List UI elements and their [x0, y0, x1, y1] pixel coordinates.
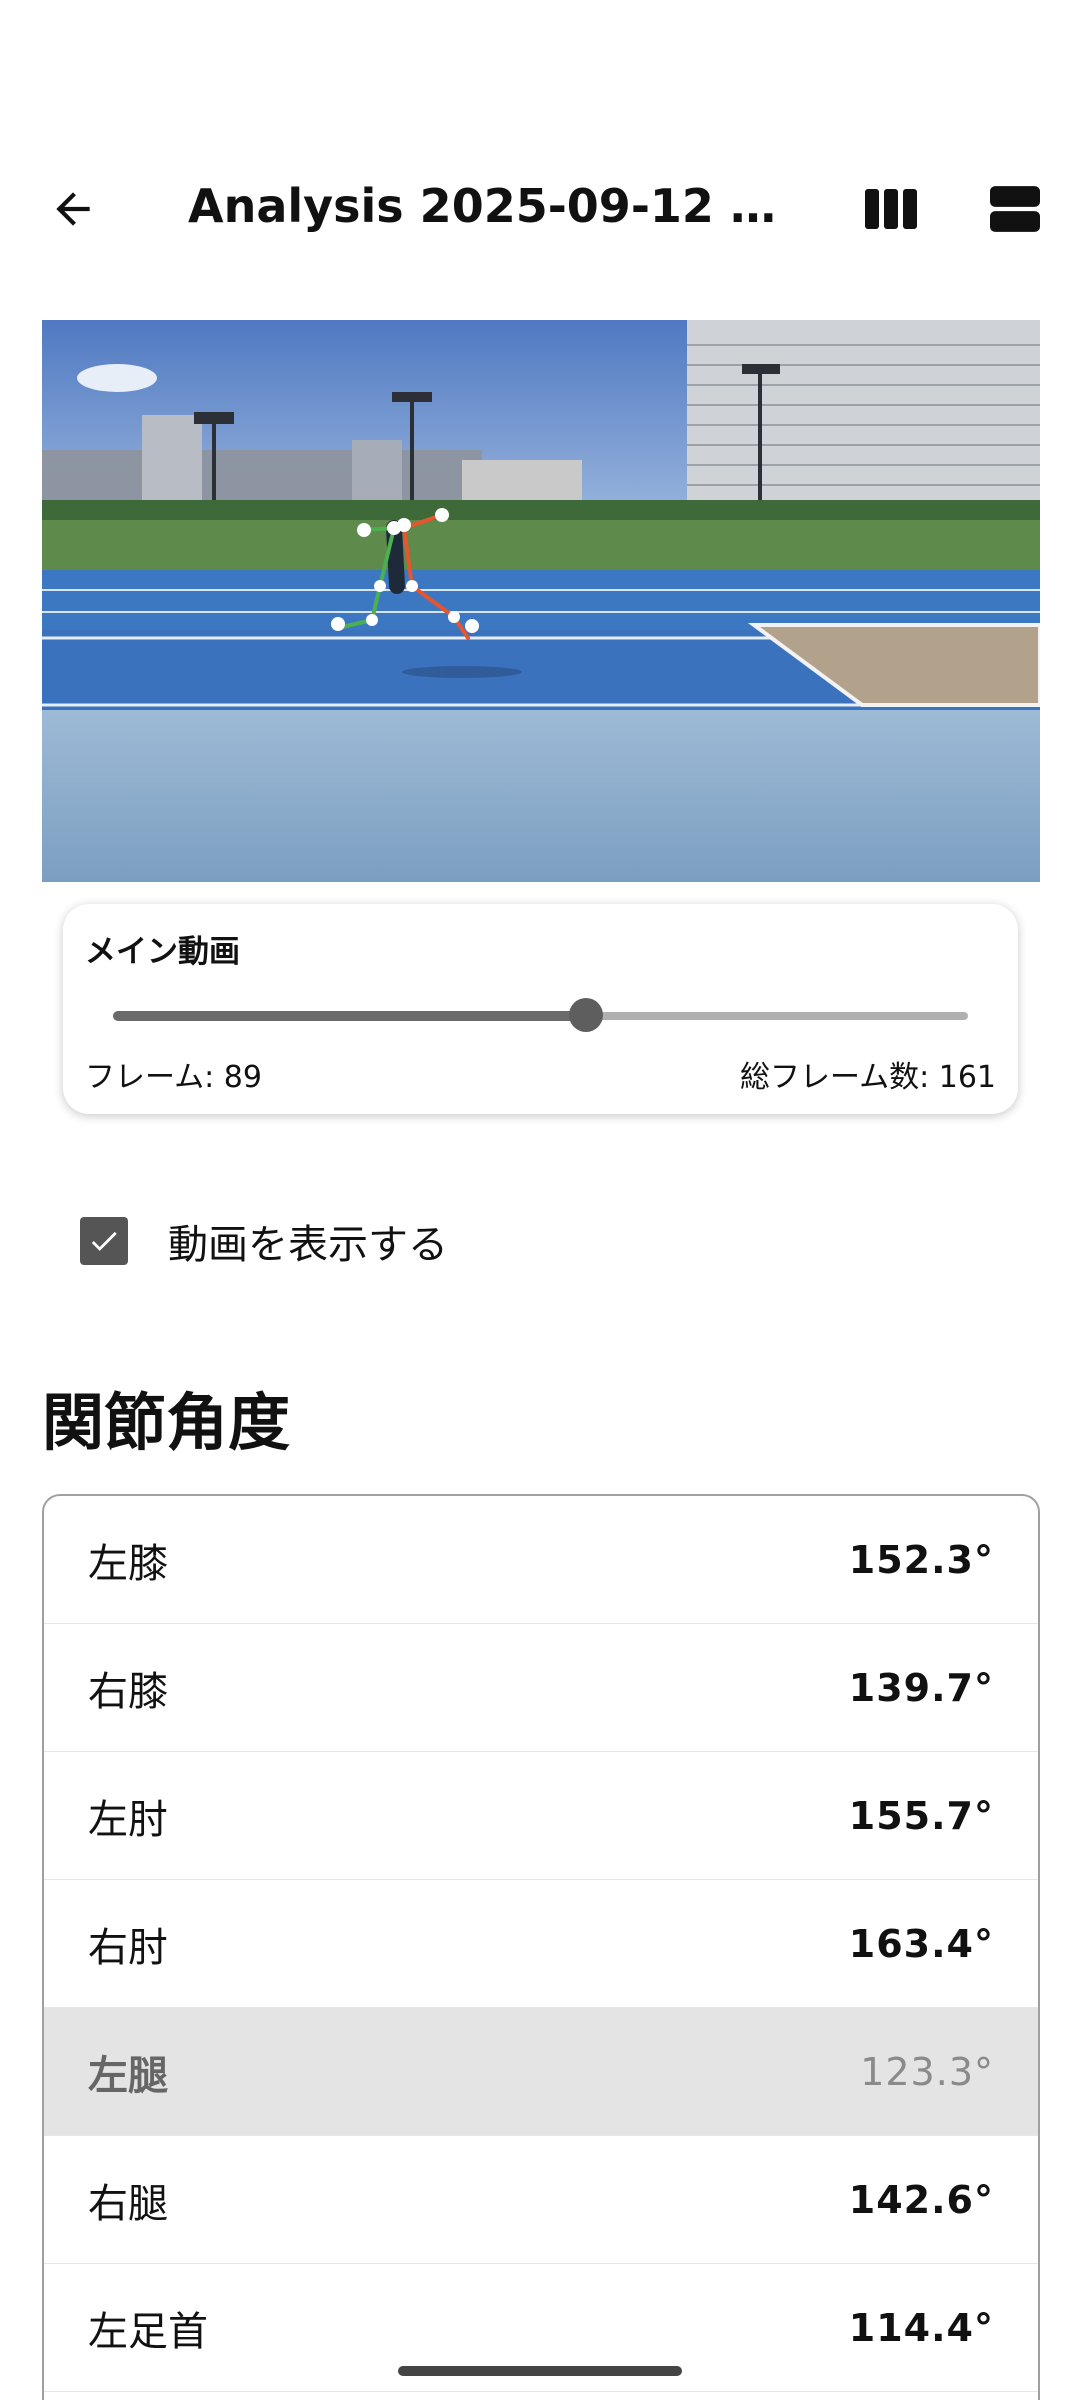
angle-row[interactable]: 右肘 163.4° — [44, 1880, 1038, 2008]
video-frame — [42, 320, 1040, 882]
joint-name: 右腿 — [88, 2180, 168, 2227]
angle-row-selected[interactable]: 左腿 123.3° — [44, 2008, 1038, 2136]
current-frame-label: フレーム: 89 — [85, 1060, 262, 1095]
video-label: メイン動画 — [85, 934, 240, 970]
view-rows-icon — [990, 186, 1040, 232]
show-video-checkbox[interactable] — [80, 1217, 128, 1265]
app-bar: Analysis 2025-09-12 21:1… — [0, 160, 1080, 250]
joint-angle-value: 142.6° — [848, 2177, 994, 2222]
arrow-left-icon — [56, 192, 90, 226]
angle-row[interactable]: 右膝 139.7° — [44, 1624, 1038, 1752]
joint-angle-value: 152.3° — [848, 1537, 994, 1582]
joint-angles-title: 関節角度 — [42, 1386, 291, 1459]
frame-slider[interactable] — [113, 998, 968, 1034]
show-video-toggle[interactable]: 動画を表示する — [80, 1216, 448, 1268]
joint-name: 左膝 — [88, 1540, 168, 1587]
layout-columns-button[interactable] — [860, 178, 922, 240]
joint-name: 左肘 — [88, 1796, 168, 1843]
angle-row[interactable]: 左膝 152.3° — [44, 1496, 1038, 1624]
joint-name: 左足首 — [88, 2308, 208, 2355]
video-player[interactable] — [42, 320, 1040, 882]
joint-angle-value: 163.4° — [848, 1921, 994, 1966]
angle-row[interactable]: 右腿 142.6° — [44, 2136, 1038, 2264]
joint-angle-value: 123.3° — [860, 2049, 994, 2094]
slider-fill — [113, 1011, 586, 1021]
joint-angle-value: 114.4° — [848, 2305, 994, 2350]
show-video-label: 動画を表示する — [168, 1222, 448, 1268]
joint-name: 左腿 — [88, 2052, 168, 2099]
total-frames-label: 総フレーム数: 161 — [739, 1060, 996, 1095]
joint-angle-value: 139.7° — [848, 1665, 994, 1710]
back-button[interactable] — [38, 174, 108, 244]
view-columns-icon — [865, 189, 917, 229]
joint-angle-list: 左膝 152.3° 右膝 139.7° 左肘 155.7° 右肘 163.4° … — [42, 1494, 1040, 2400]
page-title: Analysis 2025-09-12 21:1… — [188, 179, 788, 233]
layout-rows-button[interactable] — [984, 174, 1046, 244]
check-icon — [91, 1231, 117, 1251]
slider-thumb[interactable] — [568, 998, 603, 1032]
joint-name: 右肘 — [88, 1924, 168, 1971]
home-indicator[interactable] — [398, 2366, 682, 2376]
angle-row[interactable]: 左肘 155.7° — [44, 1752, 1038, 1880]
playback-card: メイン動画 フレーム: 89 総フレーム数: 161 — [63, 904, 1018, 1114]
joint-name: 右膝 — [88, 1668, 168, 1715]
joint-angle-value: 155.7° — [848, 1793, 994, 1838]
